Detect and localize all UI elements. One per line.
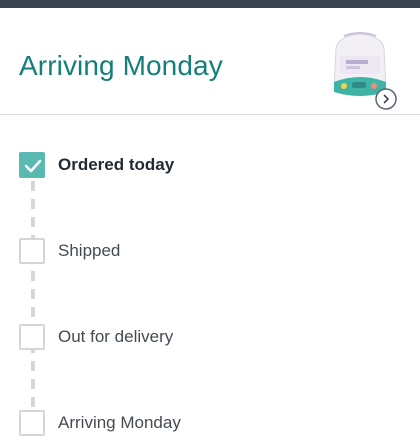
step-label: Ordered today <box>58 155 175 174</box>
step-checkbox-checked <box>19 152 45 178</box>
product-thumbnail[interactable] <box>322 26 398 112</box>
chevron-right-icon[interactable] <box>375 88 397 110</box>
step-label: Shipped <box>58 241 121 260</box>
status-bar <box>0 0 420 8</box>
step-checkbox <box>19 238 45 264</box>
step-checkbox <box>19 410 45 436</box>
page-title: Arriving Monday <box>19 50 223 81</box>
step-label: Out for delivery <box>58 327 174 346</box>
delivery-header: Arriving Monday <box>0 8 420 114</box>
step-out-for-delivery: Out for delivery <box>0 324 420 354</box>
step-arriving: Arriving Monday <box>0 410 420 440</box>
step-checkbox <box>19 324 45 350</box>
step-shipped: Shipped <box>0 238 420 268</box>
progress-rail <box>31 181 35 431</box>
step-ordered: Ordered today <box>0 152 420 182</box>
checkmark-icon <box>24 159 42 173</box>
step-label: Arriving Monday <box>58 413 181 432</box>
shipment-tracker: Ordered today Shipped Out for delivery A… <box>0 115 420 436</box>
